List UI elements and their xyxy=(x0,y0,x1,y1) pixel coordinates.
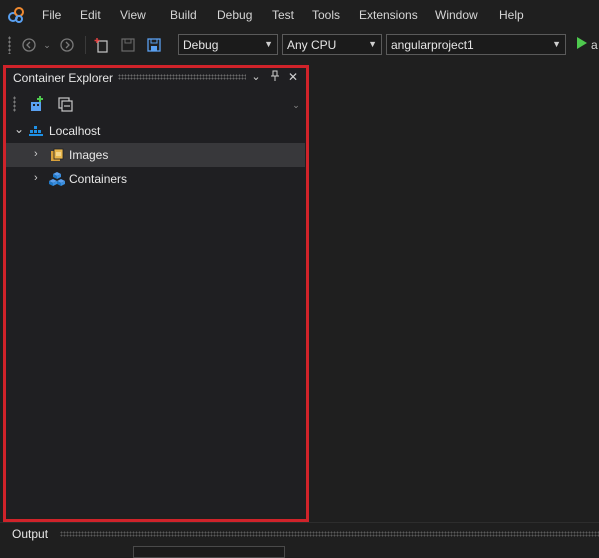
navigate-forward-icon[interactable] xyxy=(58,36,76,54)
toolbar-separator xyxy=(85,36,86,54)
menu-bar: File Edit View Build Debug Test Tools Ex… xyxy=(0,0,599,30)
startup-project-value: angularproject1 xyxy=(391,38,474,52)
editor-area xyxy=(312,60,599,520)
output-source-dropdown[interactable] xyxy=(133,546,285,558)
chevron-down-icon: ▼ xyxy=(264,39,273,49)
start-debugging-icon[interactable] xyxy=(577,37,587,49)
menu-view[interactable]: View xyxy=(120,8,146,22)
save-all-icon[interactable] xyxy=(145,36,163,54)
output-panel xyxy=(0,522,599,553)
menu-file[interactable]: File xyxy=(42,8,61,22)
chevron-down-icon: ▼ xyxy=(368,39,377,49)
menu-edit[interactable]: Edit xyxy=(80,8,101,22)
menu-extensions[interactable]: Extensions xyxy=(359,8,418,22)
visual-studio-logo-icon[interactable] xyxy=(7,6,25,24)
menu-tools[interactable]: Tools xyxy=(312,8,340,22)
start-debugging-label[interactable]: a xyxy=(591,38,598,52)
toolbar-grip[interactable] xyxy=(8,36,11,54)
startup-project-dropdown[interactable]: angularproject1 ▼ xyxy=(386,34,566,55)
solution-platform-dropdown[interactable]: Any CPU ▼ xyxy=(282,34,382,55)
navigate-back-dropdown-icon[interactable]: ⌄ xyxy=(38,36,56,54)
solution-configuration-dropdown[interactable]: Debug ▼ xyxy=(178,34,278,55)
new-item-icon[interactable] xyxy=(93,36,111,54)
navigate-back-icon[interactable] xyxy=(20,36,38,54)
menu-test[interactable]: Test xyxy=(272,8,294,22)
solution-configuration-value: Debug xyxy=(183,38,219,52)
output-panel-title: Output xyxy=(12,527,49,541)
output-title-grip[interactable] xyxy=(60,531,599,537)
save-icon[interactable] xyxy=(119,36,137,54)
menu-build[interactable]: Build xyxy=(170,8,197,22)
chevron-down-icon: ▼ xyxy=(552,39,561,49)
menu-help[interactable]: Help xyxy=(499,8,524,22)
menu-debug[interactable]: Debug xyxy=(217,8,252,22)
menu-window[interactable]: Window xyxy=(435,8,478,22)
solution-platform-value: Any CPU xyxy=(287,38,337,52)
highlight-border xyxy=(3,65,309,522)
